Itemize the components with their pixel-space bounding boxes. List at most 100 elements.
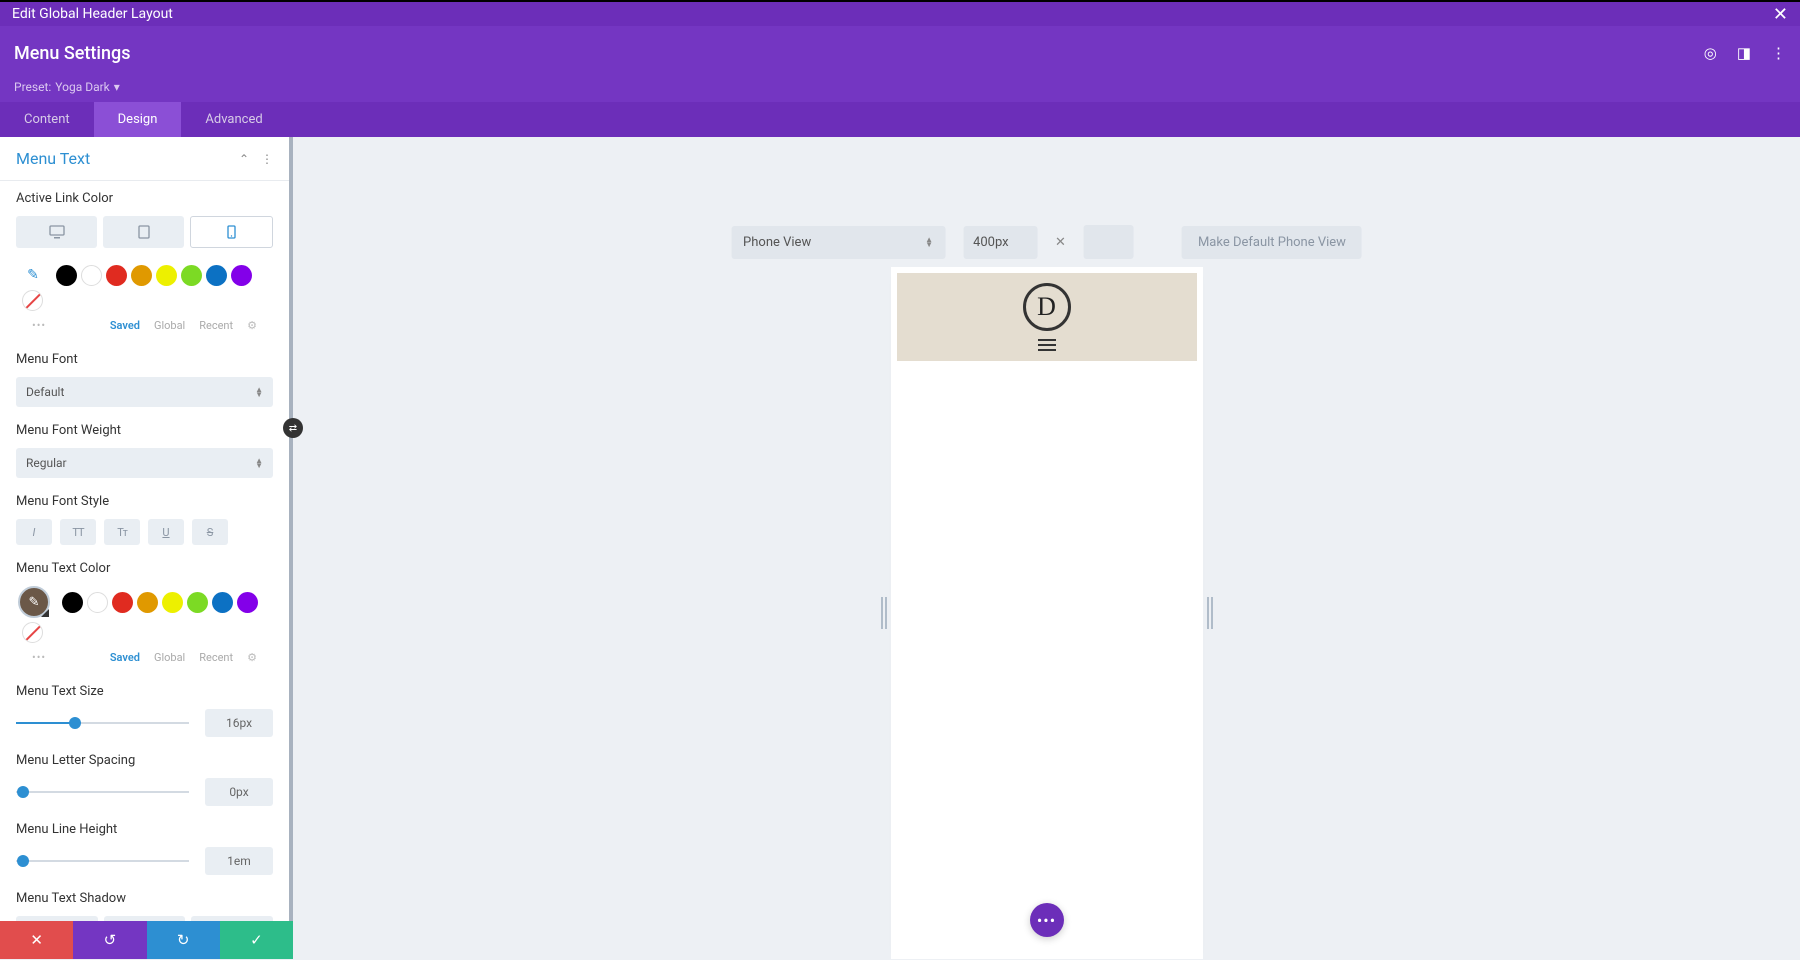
eyedropper-icon[interactable]: ✎: [22, 264, 44, 286]
gear-icon[interactable]: ⚙: [247, 651, 257, 664]
device-desktop-button[interactable]: [16, 216, 97, 248]
swatch-none[interactable]: [22, 290, 43, 311]
label-menu-text-color: Menu Text Color: [16, 561, 273, 576]
close-icon[interactable]: ✕: [1773, 4, 1788, 25]
kebab-icon[interactable]: ⋮: [261, 152, 273, 166]
fab-more-button[interactable]: •••: [1030, 903, 1064, 937]
viewport-width-input[interactable]: [963, 226, 1037, 259]
swatch-purple[interactable]: [237, 592, 258, 613]
window-title-bar: Edit Global Header Layout ✕: [0, 0, 1800, 26]
font-style-underline[interactable]: U: [148, 519, 184, 545]
panel-title: Menu Settings: [14, 43, 131, 64]
redo-button[interactable]: ↻: [147, 921, 220, 959]
swatch-white[interactable]: [81, 265, 102, 286]
more-icon[interactable]: •••: [32, 319, 46, 332]
menu-font-weight-select[interactable]: Regular ▲▼: [16, 448, 273, 478]
line-height-input[interactable]: [205, 847, 273, 875]
section-header[interactable]: Menu Text ⌃ ⋮: [0, 137, 289, 181]
font-style-smallcaps[interactable]: Tᴛ: [104, 519, 140, 545]
viewport-toolbar: Phone View ▲▼ ✕ Make Default Phone View: [731, 225, 1362, 259]
palette-tab-recent[interactable]: Recent: [199, 651, 233, 664]
label-menu-font-style: Menu Font Style: [16, 494, 273, 509]
swatch-white[interactable]: [87, 592, 108, 613]
swatch-blue[interactable]: [206, 265, 227, 286]
viewport-height-input[interactable]: [1084, 225, 1134, 259]
swatch-green[interactable]: [181, 265, 202, 286]
window-title: Edit Global Header Layout: [12, 6, 173, 22]
device-phone-button[interactable]: [190, 216, 273, 248]
swatch-red[interactable]: [106, 265, 127, 286]
viewport-mode-select[interactable]: Phone View ▲▼: [731, 226, 945, 259]
slider-thumb[interactable]: [17, 855, 29, 867]
hamburger-icon[interactable]: [1038, 339, 1056, 351]
palette-tab-saved[interactable]: Saved: [110, 319, 140, 332]
make-default-view-button[interactable]: Make Default Phone View: [1182, 226, 1362, 259]
preset-row[interactable]: Preset: Yoga Dark ▾: [0, 80, 1800, 102]
select-arrows-icon: ▲▼: [255, 387, 263, 397]
label-menu-text-shadow: Menu Text Shadow: [16, 891, 273, 906]
swatch-none[interactable]: [22, 622, 43, 643]
swatch-red[interactable]: [112, 592, 133, 613]
panel-footer-actions: ✕ ↺ ↻ ✓: [0, 921, 293, 959]
chevron-up-icon[interactable]: ⌃: [239, 152, 249, 166]
active-link-color-palette: ✎: [16, 264, 273, 311]
label-menu-line-height: Menu Line Height: [16, 822, 273, 837]
cancel-button[interactable]: ✕: [0, 921, 73, 959]
focus-icon[interactable]: ◎: [1704, 44, 1717, 62]
resize-handle-left[interactable]: [881, 597, 887, 629]
tab-design[interactable]: Design: [94, 102, 182, 137]
line-height-slider[interactable]: [16, 860, 189, 862]
swatch-purple[interactable]: [231, 265, 252, 286]
preview-header: D: [897, 273, 1197, 361]
palette-tab-global[interactable]: Global: [154, 319, 185, 332]
select-arrows-icon: ▲▼: [925, 237, 933, 247]
letter-spacing-slider[interactable]: [16, 791, 189, 793]
palette-tab-global[interactable]: Global: [154, 651, 185, 664]
font-style-italic[interactable]: I: [16, 519, 52, 545]
swatch-green[interactable]: [187, 592, 208, 613]
swatch-black[interactable]: [56, 265, 77, 286]
tab-advanced[interactable]: Advanced: [181, 102, 286, 137]
sidebar-collapse-handle[interactable]: ⇄: [283, 418, 303, 438]
phone-preview-frame: D: [897, 273, 1197, 953]
slider-thumb[interactable]: [17, 786, 29, 798]
swatch-yellow[interactable]: [162, 592, 183, 613]
logo: D: [1023, 283, 1071, 331]
letter-spacing-input[interactable]: [205, 778, 273, 806]
label-menu-text-size: Menu Text Size: [16, 684, 273, 699]
gear-icon[interactable]: ⚙: [247, 319, 257, 332]
slider-thumb[interactable]: [69, 717, 81, 729]
font-style-uppercase[interactable]: TT: [60, 519, 96, 545]
columns-icon[interactable]: ◨: [1737, 44, 1751, 62]
chevron-down-icon: ▾: [114, 80, 120, 94]
preview-canvas: Phone View ▲▼ ✕ Make Default Phone View …: [293, 137, 1800, 959]
panel-header: Menu Settings ◎ ◨ ⋮: [0, 26, 1800, 80]
dimension-separator: ✕: [1055, 235, 1066, 250]
save-button[interactable]: ✓: [220, 921, 293, 959]
undo-button[interactable]: ↺: [73, 921, 146, 959]
label-menu-font: Menu Font: [16, 352, 273, 367]
label-active-link-color: Active Link Color: [16, 191, 273, 206]
device-tablet-button[interactable]: [103, 216, 184, 248]
text-size-slider[interactable]: [16, 722, 189, 724]
tab-content[interactable]: Content: [0, 102, 94, 137]
settings-tabs: Content Design Advanced: [0, 102, 1800, 137]
swatch-black[interactable]: [62, 592, 83, 613]
text-size-input[interactable]: [205, 709, 273, 737]
resize-handle-right[interactable]: [1207, 597, 1213, 629]
color-picker-current[interactable]: ✎: [18, 586, 50, 618]
select-arrows-icon: ▲▼: [255, 458, 263, 468]
palette-tab-saved[interactable]: Saved: [110, 651, 140, 664]
swatch-blue[interactable]: [212, 592, 233, 613]
swatch-orange[interactable]: [131, 265, 152, 286]
label-menu-letter-spacing: Menu Letter Spacing: [16, 753, 273, 768]
palette-tab-recent[interactable]: Recent: [199, 319, 233, 332]
swatch-orange[interactable]: [137, 592, 158, 613]
settings-sidebar: Menu Text ⌃ ⋮ Active Link Color: [0, 137, 293, 959]
swatch-yellow[interactable]: [156, 265, 177, 286]
kebab-icon[interactable]: ⋮: [1771, 44, 1786, 62]
label-menu-font-weight: Menu Font Weight: [16, 423, 273, 438]
more-icon[interactable]: •••: [32, 651, 46, 664]
menu-font-select[interactable]: Default ▲▼: [16, 377, 273, 407]
font-style-strikethrough[interactable]: S: [192, 519, 228, 545]
